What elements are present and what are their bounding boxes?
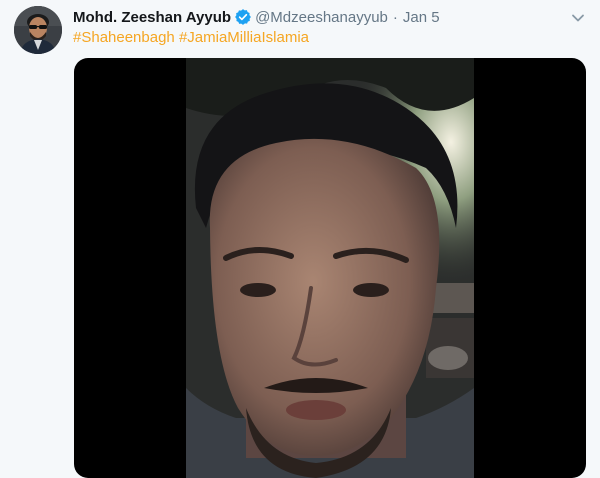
tweet-date[interactable]: Jan 5 bbox=[403, 9, 440, 26]
hashtag-link[interactable]: #Shaheenbagh bbox=[73, 29, 175, 46]
video-frame bbox=[186, 58, 474, 478]
author-handle[interactable]: @Mdzeeshanayyub bbox=[255, 9, 388, 26]
hashtag-link[interactable]: #JamiaMilliaIslamia bbox=[179, 29, 309, 46]
tweet: Mohd. Zeeshan Ayyub @Mdzeeshanayyub · Ja… bbox=[0, 0, 600, 478]
author-name[interactable]: Mohd. Zeeshan Ayyub bbox=[73, 9, 231, 26]
verified-badge-icon bbox=[234, 8, 252, 26]
avatar[interactable] bbox=[14, 6, 62, 54]
chevron-down-icon[interactable] bbox=[570, 10, 586, 26]
tweet-text: #Shaheenbagh #JamiaMilliaIslamia bbox=[73, 28, 309, 48]
video-player[interactable] bbox=[74, 58, 586, 478]
separator-dot: · bbox=[392, 8, 398, 26]
tweet-header: Mohd. Zeeshan Ayyub @Mdzeeshanayyub · Ja… bbox=[73, 6, 440, 28]
